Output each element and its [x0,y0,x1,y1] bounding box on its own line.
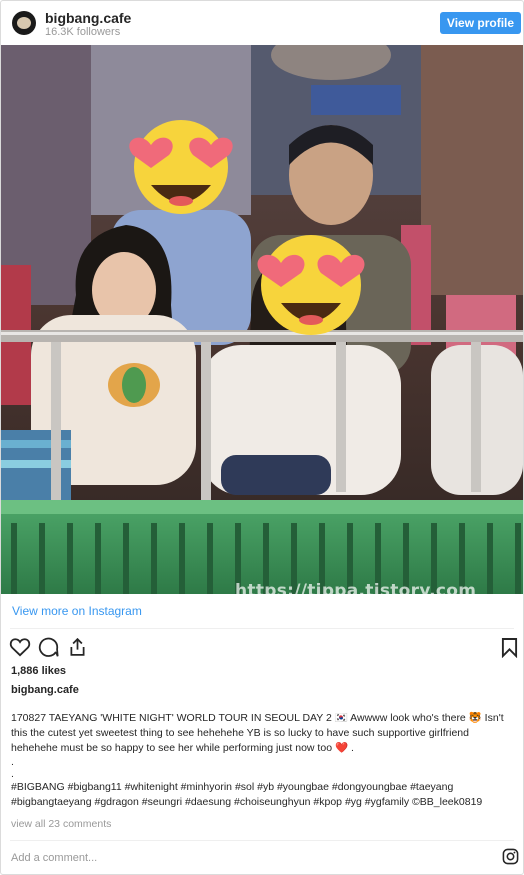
post-owner-link[interactable]: bigbang.cafe [11,684,79,696]
follower-count: 16.3K followers [45,26,121,38]
photo-watermark: https://tippa.tistory.com [235,581,477,594]
post-photo[interactable]: https://tippa.tistory.com [1,45,523,594]
caption-dot: . [11,756,14,768]
view-profile-button[interactable]: View profile [440,12,521,34]
instagram-logo-icon[interactable] [502,848,519,865]
caption-text: 170827 TAEYANG 'WHITE NIGHT' WORLD TOUR … [11,712,504,754]
heart-outline-icon[interactable] [9,637,31,657]
action-bar [1,634,523,662]
divider [10,628,514,629]
post-header: bigbang.cafe 16.3K followers View profil… [1,1,523,45]
view-all-comments-link[interactable]: view all 23 comments [11,818,111,830]
like-count[interactable]: 1,886 likes [11,665,66,677]
username-link[interactable]: bigbang.cafe [45,10,131,26]
concert-photo-graphic [1,45,523,594]
profile-avatar[interactable] [12,11,36,35]
divider [10,840,514,841]
caption-hashtags[interactable]: #BIGBANG #bigbang11 #whitenight #minhyor… [11,780,515,810]
instagram-embed-card: bigbang.cafe 16.3K followers View profil… [0,0,524,875]
comment-bubble-icon[interactable] [38,637,59,658]
bookmark-icon[interactable] [501,637,518,658]
share-icon[interactable] [67,636,88,658]
caption-dot: . [11,768,14,780]
view-more-on-instagram-link[interactable]: View more on Instagram [12,604,142,618]
post-caption: 170827 TAEYANG 'WHITE NIGHT' WORLD TOUR … [11,711,515,810]
add-comment-input[interactable]: Add a comment... [11,852,97,864]
